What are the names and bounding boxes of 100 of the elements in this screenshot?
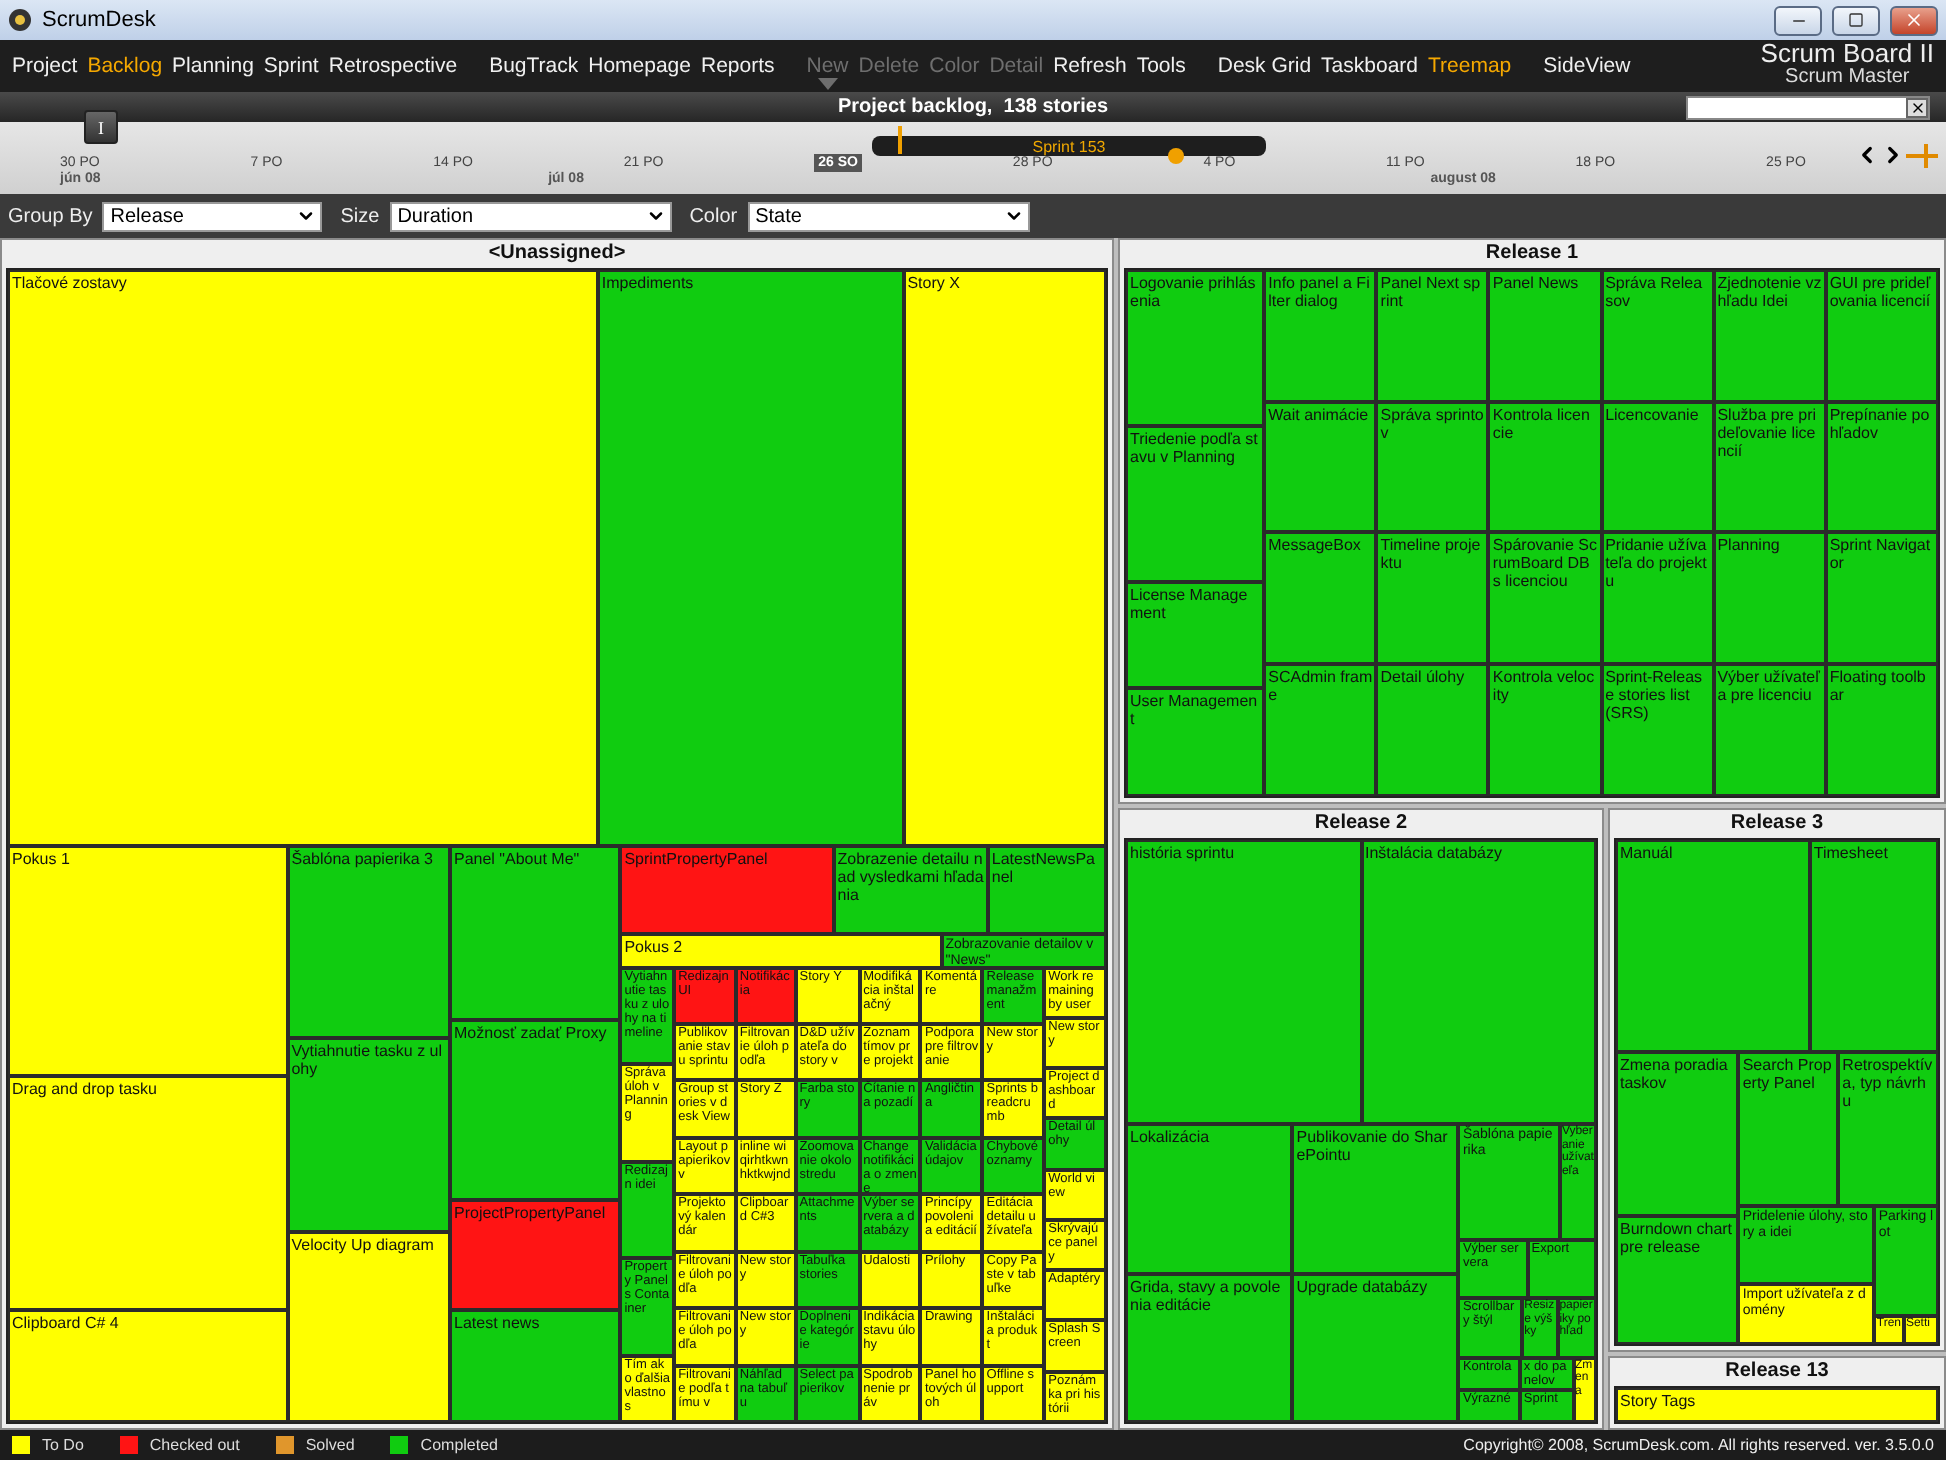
treemap-tile[interactable]: SCAdmin frame: [1264, 664, 1377, 796]
clear-button[interactable]: [1906, 98, 1928, 118]
treemap-tile[interactable]: Publikovanie do SharePointu: [1292, 1124, 1459, 1275]
menu-item[interactable]: Tools: [1136, 42, 1186, 90]
board-title: Scrum Board II: [1760, 42, 1934, 66]
filter-label: Color: [689, 205, 738, 227]
treemap-tile[interactable]: Story Tags: [1616, 1387, 1938, 1422]
treemap-tile[interactable]: Latest news: [450, 1310, 621, 1423]
treemap-tile[interactable]: Story X: [903, 270, 1106, 846]
dropdown[interactable]: Release: [102, 201, 323, 231]
treemap-tile[interactable]: Pridanie užívateľa do projektu: [1601, 532, 1714, 665]
treemap-tile[interactable]: Licencovanie: [1601, 401, 1714, 533]
today-marker-icon: [898, 126, 902, 154]
treemap-tile[interactable]: Služba pre prideľovanie licencií: [1713, 401, 1826, 533]
treemap-tile[interactable]: Šablóna papierika 3: [287, 846, 450, 1039]
group-header: <Unassigned>: [486, 240, 628, 268]
user-role: Scrum Master: [1785, 66, 1910, 90]
copyright-text: Copyright© 2008, ScrumDesk.com. All rights reserved. ver. 3.5.0.0: [1463, 1436, 1934, 1454]
treemap-tile[interactable]: Zobrazenie detailu nad vysledkami hľadania: [833, 846, 988, 934]
group-header: Release 2: [1312, 809, 1410, 838]
treemap-tile[interactable]: Vytiahnutie tasku z ulohy: [287, 1038, 450, 1232]
treemap-tile[interactable]: SprintPropertyPanel: [620, 846, 834, 934]
menu-item[interactable]: Retrospective: [328, 42, 458, 90]
treemap-tile[interactable]: Detail úlohy: [1376, 664, 1489, 796]
app-icon: [8, 8, 32, 32]
menu-item[interactable]: Refresh: [1053, 42, 1127, 90]
treemap-tile[interactable]: Možnosť zadať Proxy: [450, 1020, 621, 1200]
treemap-tile[interactable]: Výber užívateľa pre licenciu: [1713, 664, 1826, 796]
legend-label: Solved: [305, 1436, 355, 1454]
window-title: ScrumDesk: [42, 8, 158, 32]
treemap-tile[interactable]: Panel Next sprint: [1376, 270, 1489, 402]
menu-item[interactable]: Reports: [700, 42, 775, 90]
legend-label: To Do: [42, 1436, 84, 1454]
menu-item[interactable]: Sprint: [263, 42, 319, 90]
treemap-tile[interactable]: Grida, stavy a povolenia editácie: [1126, 1274, 1293, 1422]
treemap-tile[interactable]: Lokalizácia: [1126, 1124, 1293, 1275]
treemap-tile[interactable]: Info panel a Filter dialog: [1264, 270, 1377, 402]
treemap-tile[interactable]: Panel News: [1488, 270, 1602, 402]
treemap-tile[interactable]: Pokus 2: [620, 933, 942, 968]
caret-icon: [296, 206, 317, 226]
menu-item[interactable]: Planning: [172, 42, 254, 90]
treemap-tile[interactable]: Timeline projektu: [1376, 532, 1489, 665]
treemap-tile[interactable]: Clipboard C# 4: [8, 1309, 288, 1422]
filter-label: Size: [340, 205, 380, 227]
menu-item[interactable]: BugTrack: [489, 42, 579, 90]
maximize-icon: [1848, 12, 1864, 28]
treemap-tile[interactable]: Planning: [1713, 532, 1826, 665]
menu-item[interactable]: Taskboard: [1321, 42, 1418, 90]
treemap-tile[interactable]: Sprint-Release stories list (SRS): [1601, 664, 1714, 796]
treemap-tile[interactable]: Triedenie podľa stavu v Planning: [1126, 425, 1265, 582]
treemap-tile[interactable]: Manuál: [1616, 839, 1810, 1052]
treemap-tile[interactable]: Velocity Up diagram: [287, 1231, 450, 1422]
close-button[interactable]: [1890, 5, 1938, 35]
treemap-tile[interactable]: Retrospektíva, typ návrhu: [1838, 1051, 1939, 1207]
treemap-tile[interactable]: LatestNewsPanel: [987, 846, 1106, 934]
treemap-tile[interactable]: Logovanie prihlásenia: [1126, 270, 1265, 426]
group-header: Release 13: [1723, 1357, 1831, 1386]
treemap-tile[interactable]: Impediments: [597, 270, 904, 846]
treemap-tile[interactable]: Zjednotenie vzhľadu Idei: [1713, 270, 1826, 402]
treemap-tile[interactable]: ProjectPropertyPanel: [450, 1199, 621, 1311]
timeline-button[interactable]: I: [84, 110, 118, 144]
minimize-button[interactable]: [1774, 5, 1822, 35]
search-field[interactable]: [1686, 96, 1930, 120]
treemap-tile[interactable]: história sprintu: [1126, 839, 1361, 1125]
menu-item[interactable]: SideView: [1543, 42, 1631, 90]
treemap-tile[interactable]: Drag and drop tasku: [8, 1076, 288, 1310]
treemap-tile[interactable]: Burndown chart pre release: [1616, 1216, 1739, 1344]
treemap-tile[interactable]: Panel "About Me": [450, 846, 621, 1021]
dropdown[interactable]: Duration: [389, 201, 672, 231]
treemap-tile[interactable]: Inštalácia databázy: [1361, 839, 1596, 1125]
treemap-tile[interactable]: Upgrade databázy: [1292, 1274, 1459, 1422]
menu-item[interactable]: Project: [12, 42, 78, 90]
treemap-tile[interactable]: Zmena poradia taskov: [1616, 1051, 1739, 1217]
group-header: Release 3: [1728, 809, 1826, 838]
treemap-tile[interactable]: Kontrola licencie: [1488, 401, 1602, 533]
treemap-tile[interactable]: Správa Releasov: [1601, 270, 1714, 402]
menu-item[interactable]: Homepage: [588, 42, 691, 90]
treemap-tile[interactable]: Spárovanie ScrumBoard DB s licenciou: [1488, 532, 1602, 665]
zoom-slider-icon[interactable]: [1906, 143, 1938, 167]
treemap-tile[interactable]: MessageBox: [1264, 532, 1377, 665]
menu-item[interactable]: Backlog: [87, 42, 163, 90]
legend-label: Completed: [420, 1436, 498, 1454]
treemap-tile[interactable]: Správa sprintov: [1376, 401, 1489, 533]
treemap-tile[interactable]: Floating toolbar: [1825, 664, 1938, 796]
treemap-tile[interactable]: Search Property Panel: [1738, 1051, 1839, 1207]
treemap-tile[interactable]: Pokus 1: [8, 846, 288, 1077]
treemap-tile[interactable]: Kontrola velocity: [1488, 664, 1602, 796]
treemap-tile[interactable]: Timesheet: [1809, 839, 1938, 1052]
treemap-tile[interactable]: Tlačové zostavy: [8, 270, 598, 846]
treemap-tile[interactable]: Wait animácie: [1264, 401, 1377, 533]
dropdown[interactable]: State: [747, 201, 1030, 231]
menu-item[interactable]: Treemap: [1428, 42, 1512, 90]
treemap-tile[interactable]: User Management: [1126, 687, 1265, 796]
menu-item[interactable]: Desk Grid: [1217, 42, 1312, 90]
treemap-tile[interactable]: Prepínanie pohľadov: [1825, 401, 1938, 533]
maximize-button[interactable]: [1832, 5, 1880, 35]
treemap-tile[interactable]: License Management: [1126, 581, 1265, 688]
treemap-tile[interactable]: GUI pre prideľovania licencií: [1825, 270, 1938, 402]
sprint-bar[interactable]: Sprint 153: [872, 136, 1266, 156]
treemap-tile[interactable]: Sprint Navigator: [1825, 532, 1938, 665]
